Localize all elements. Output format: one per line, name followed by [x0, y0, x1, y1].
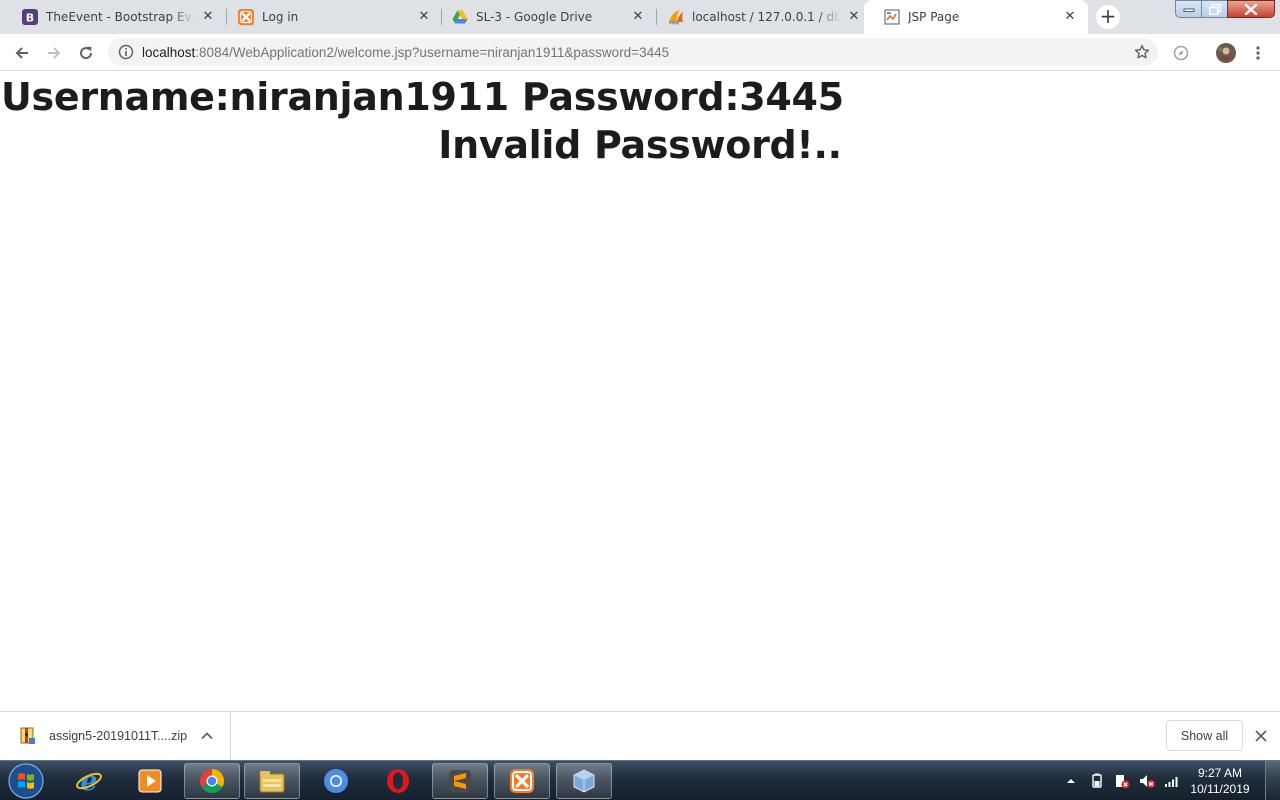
- compass-icon: [1173, 45, 1189, 61]
- svg-text:B: B: [26, 12, 34, 25]
- minimize-button[interactable]: [1175, 0, 1202, 18]
- system-clock[interactable]: 9:27 AM 10/11/2019: [1184, 765, 1256, 797]
- info-icon[interactable]: [118, 44, 134, 60]
- windows-logo-icon: [8, 763, 44, 799]
- show-desktop-button[interactable]: [1265, 761, 1280, 800]
- chrome-icon: [199, 769, 225, 794]
- taskbar-opera[interactable]: [370, 763, 426, 799]
- bookmark-star-icon[interactable]: [1134, 44, 1150, 60]
- tab-log-in[interactable]: Log in ✕: [218, 0, 442, 34]
- xampp-icon: [510, 769, 534, 793]
- more-vert-icon: [1256, 46, 1260, 60]
- profile-avatar[interactable]: [1212, 39, 1240, 67]
- reload-icon: [80, 46, 93, 60]
- virtualbox-icon: [573, 769, 595, 793]
- phpmyadmin-icon: PMA: [668, 9, 684, 25]
- jsp-page-icon: [884, 9, 900, 25]
- close-icon[interactable]: ✕: [1062, 9, 1078, 25]
- url-host: localhost: [142, 44, 196, 60]
- taskbar-chromium[interactable]: [308, 763, 364, 799]
- error-message: Invalid Password!..: [438, 123, 842, 167]
- opera-icon: [387, 769, 409, 793]
- close-icon[interactable]: ✕: [630, 9, 646, 25]
- taskbar-internet-explorer[interactable]: e: [61, 763, 117, 799]
- tab-title: localhost / 127.0.0.1 / db1 / l: [692, 10, 840, 24]
- volume-muted-icon[interactable]: [1138, 773, 1156, 789]
- back-button[interactable]: [8, 39, 36, 67]
- url-path: :8084/WebApplication2/welcome.jsp?userna…: [195, 44, 670, 60]
- close-icon[interactable]: [1253, 728, 1269, 744]
- chromium-icon: [324, 769, 348, 793]
- arrow-left-icon: [15, 47, 28, 59]
- tab-jsp-page[interactable]: JSP Page ✕: [864, 0, 1088, 34]
- show-hidden-icons-icon[interactable]: [1066, 776, 1076, 786]
- tab-title: SL-3 - Google Drive: [476, 10, 593, 24]
- tab-title: TheEvent - Bootstrap Event T: [46, 10, 194, 24]
- battery-icon[interactable]: [1090, 773, 1104, 789]
- clock-time: 9:27 AM: [1197, 766, 1243, 780]
- system-tray: [1066, 761, 1180, 800]
- tab-strip: B TheEvent - Bootstrap Event T ✕ Log in …: [0, 0, 1280, 34]
- tab-theevent[interactable]: B TheEvent - Bootstrap Event T ✕: [2, 0, 226, 34]
- restore-icon: [1208, 3, 1221, 15]
- minimize-icon: [1183, 8, 1194, 12]
- close-icon[interactable]: ✕: [416, 9, 432, 25]
- tab-phpmyadmin[interactable]: PMA localhost / 127.0.0.1 / db1 / l ✕: [648, 0, 872, 34]
- chevron-up-icon[interactable]: [200, 729, 214, 743]
- download-file-name: assign5-20191011T....zip: [49, 729, 188, 743]
- taskbar-file-explorer[interactable]: [244, 763, 300, 799]
- show-all-button[interactable]: Show all: [1166, 720, 1243, 751]
- zip-file-icon: [20, 727, 35, 744]
- start-button[interactable]: [5, 762, 47, 800]
- clock-date: 10/11/2019: [1190, 782, 1250, 796]
- xampp-icon: [238, 9, 254, 25]
- browser-toolbar: localhost:8084/WebApplication2/welcome.j…: [0, 34, 1280, 71]
- close-icon[interactable]: ✕: [200, 9, 216, 25]
- bootstrap-icon: B: [22, 9, 38, 25]
- taskbar-virtualbox[interactable]: [556, 763, 612, 799]
- url-text: localhost:8084/WebApplication2/welcome.j…: [142, 45, 669, 60]
- page-content: Username:niranjan1911 Password:3445 Inva…: [0, 71, 1280, 711]
- media-player-icon: [138, 769, 162, 793]
- tab-google-drive[interactable]: SL-3 - Google Drive ✕: [432, 0, 656, 34]
- tab-title: JSP Page: [908, 10, 960, 24]
- download-item[interactable]: assign5-20191011T....zip: [0, 712, 231, 760]
- download-shelf: assign5-20191011T....zip Show all: [0, 711, 1280, 760]
- close-icon[interactable]: ✕: [846, 9, 862, 25]
- sublime-text-icon: [449, 770, 471, 792]
- taskbar-media-player[interactable]: [122, 763, 178, 799]
- taskbar-xampp[interactable]: [494, 763, 550, 799]
- windows-taskbar: e 9:27 AM 10/11/2019: [0, 760, 1280, 800]
- arrow-right-icon: [48, 47, 61, 59]
- new-tab-button[interactable]: +: [1096, 5, 1120, 29]
- taskbar-chrome[interactable]: [184, 763, 240, 799]
- internet-explorer-icon: e: [76, 766, 102, 796]
- file-explorer-icon: [259, 771, 285, 793]
- forward-button[interactable]: [40, 39, 68, 67]
- address-bar[interactable]: localhost:8084/WebApplication2/welcome.j…: [108, 38, 1158, 66]
- credentials-heading: Username:niranjan1911 Password:3445: [1, 75, 844, 119]
- svg-text:e: e: [80, 766, 97, 796]
- reload-button[interactable]: [72, 39, 100, 67]
- extension-button[interactable]: [1167, 39, 1195, 67]
- tab-title: Log in: [262, 10, 299, 24]
- network-signal-icon[interactable]: [1164, 774, 1180, 788]
- taskbar-sublime-text[interactable]: [432, 763, 488, 799]
- google-drive-icon: [452, 9, 468, 25]
- svg-text:PMA: PMA: [669, 21, 680, 26]
- close-icon: [1244, 3, 1258, 15]
- avatar-icon: [1216, 43, 1236, 63]
- action-center-icon[interactable]: [1114, 773, 1130, 789]
- restore-button[interactable]: [1201, 0, 1228, 18]
- menu-button[interactable]: [1244, 39, 1272, 67]
- window-close-button[interactable]: [1227, 0, 1275, 18]
